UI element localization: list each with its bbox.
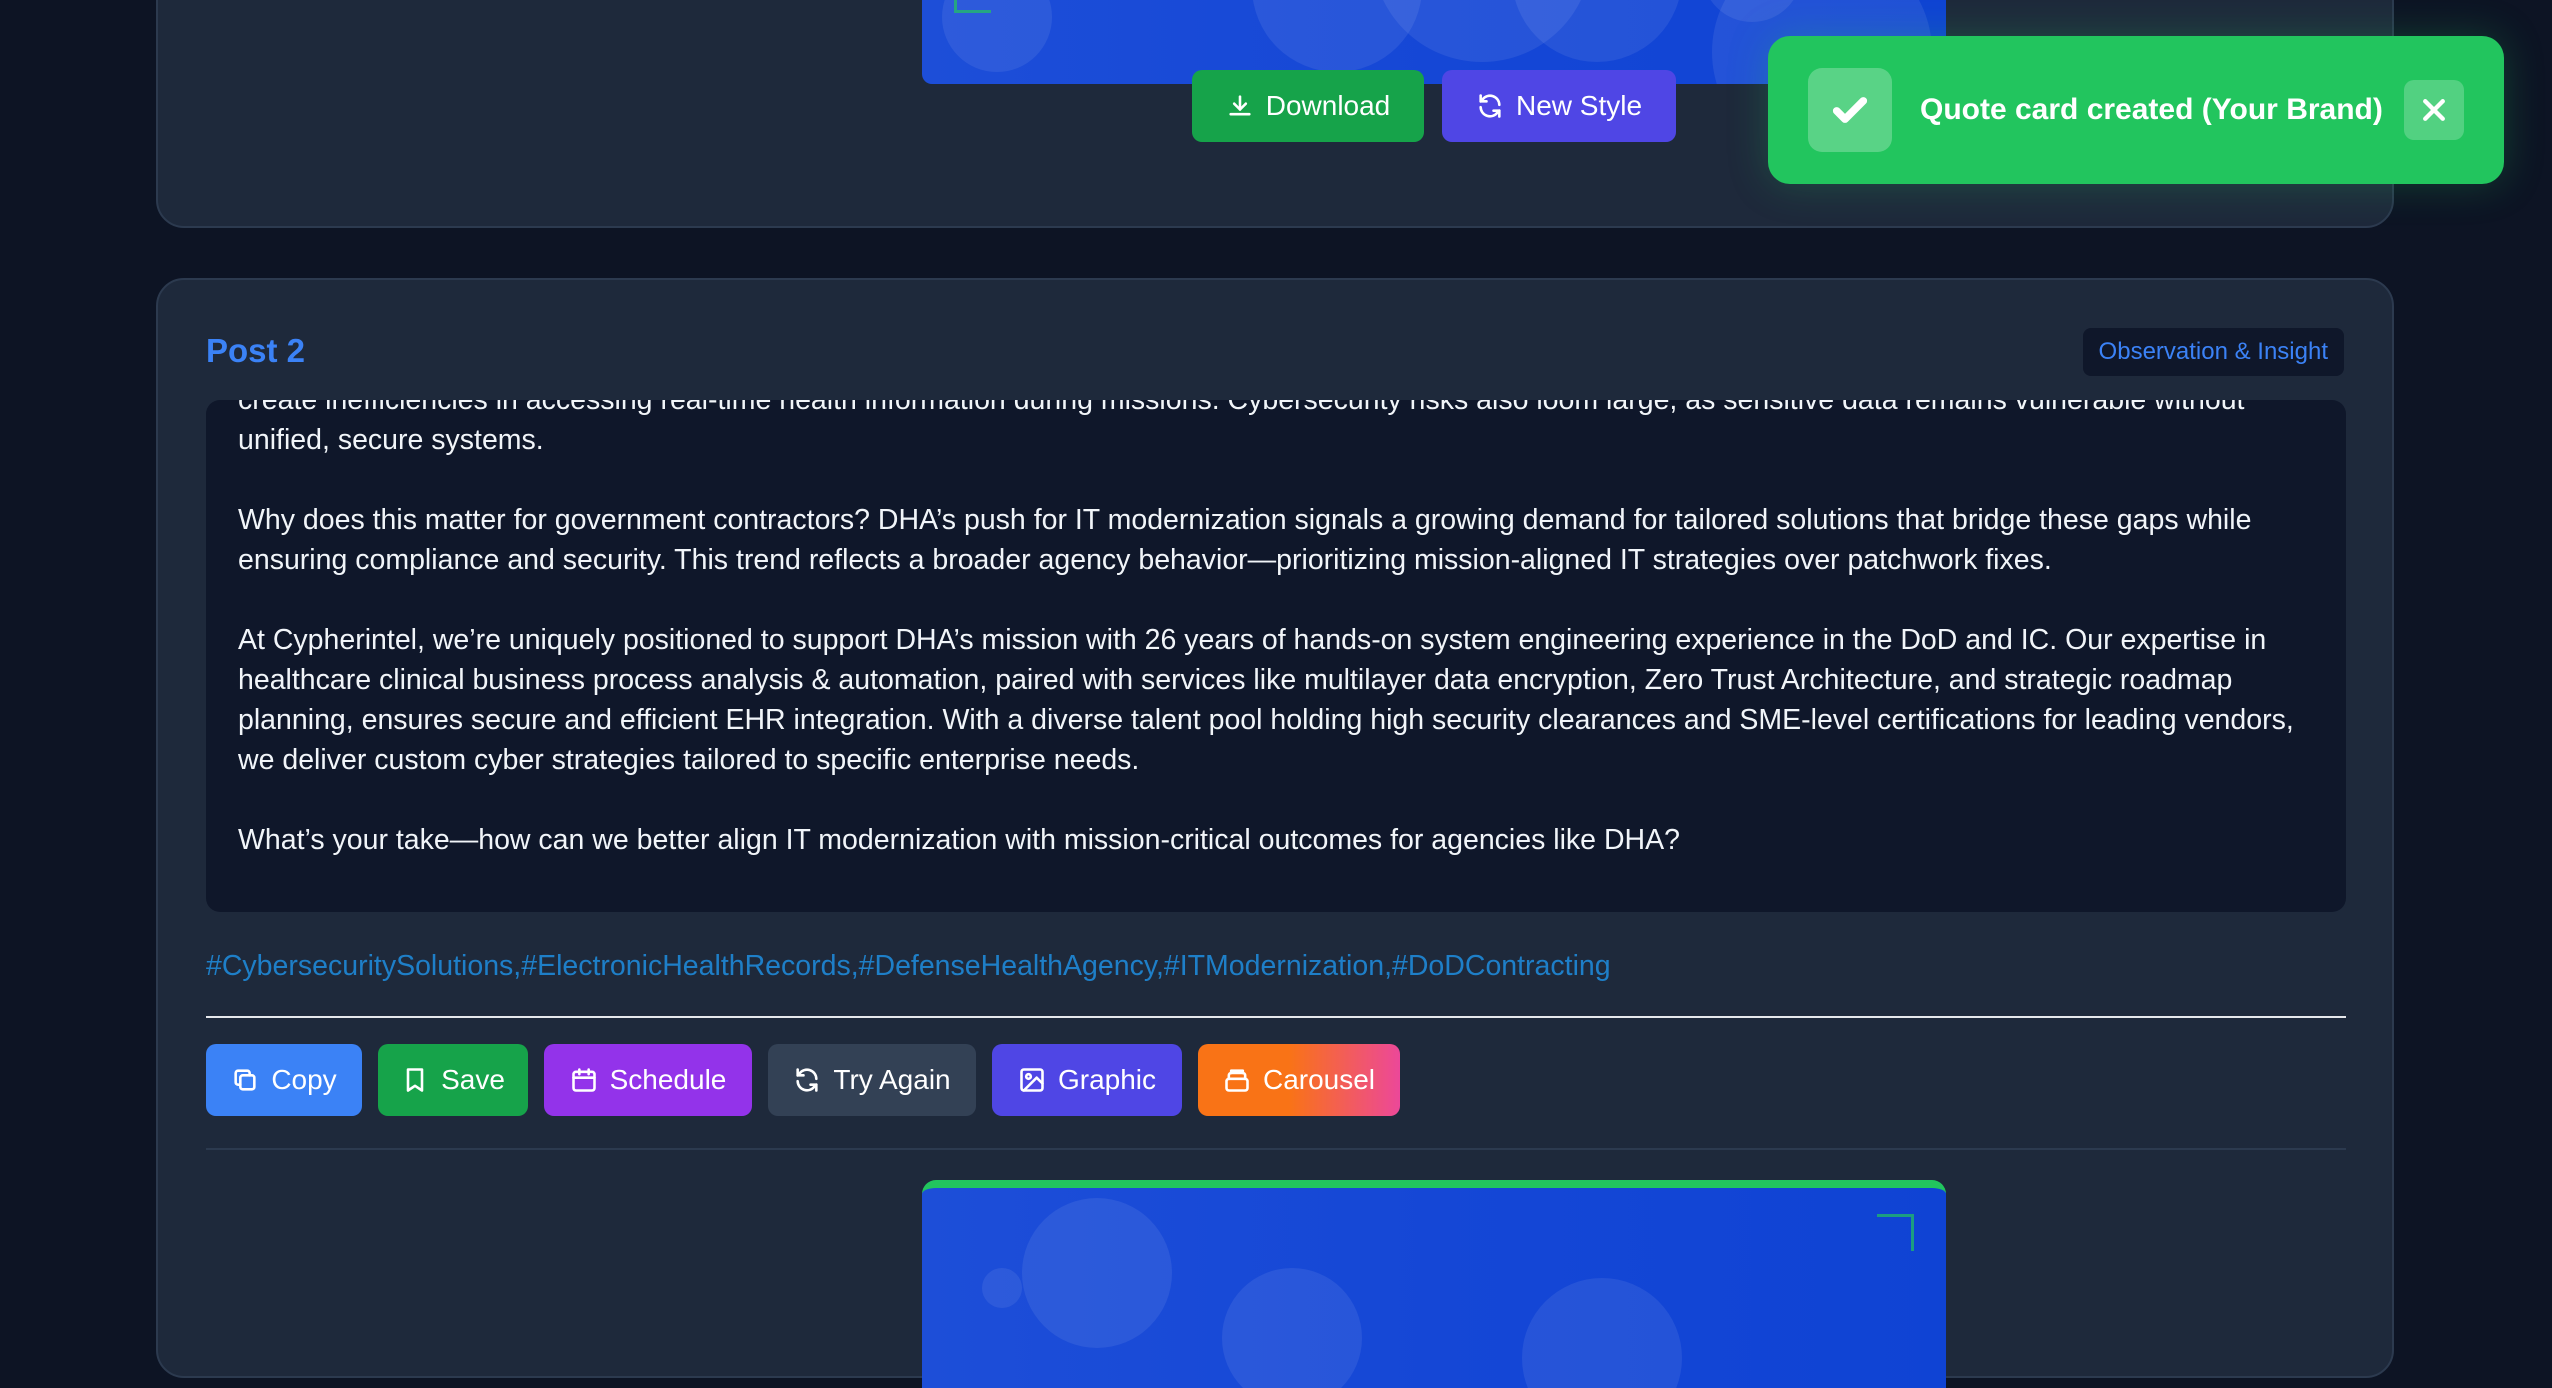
category-badge: Observation & Insight xyxy=(2082,328,2344,376)
post-body[interactable]: create inefficiencies in accessing real-… xyxy=(206,400,2346,912)
copy-label: Copy xyxy=(271,1064,337,1095)
save-label: Save xyxy=(441,1064,505,1095)
new-style-label: New Style xyxy=(1515,90,1643,121)
check-icon xyxy=(1808,68,1892,152)
try-again-label: Try Again xyxy=(833,1064,951,1095)
post-title: Post 2 xyxy=(206,332,306,369)
divider xyxy=(206,1148,2346,1150)
post-card: Post 2 Observation & Insight create inef… xyxy=(156,278,2394,1388)
download-icon xyxy=(1229,95,1251,116)
graphic-label: Graphic xyxy=(1057,1064,1157,1095)
carousel-button[interactable]: Carousel xyxy=(1198,1044,1400,1116)
schedule-button[interactable]: Schedule xyxy=(544,1044,752,1116)
copy-icon xyxy=(234,1069,256,1091)
toast-message: Quote card created (Your Brand) xyxy=(1920,93,2383,126)
download-label: Download xyxy=(1265,90,1391,121)
image-icon xyxy=(1020,1068,1044,1092)
post-paragraph: At Cypherintel, we’re uniquely positione… xyxy=(238,624,2294,776)
try-again-button[interactable]: Try Again xyxy=(768,1044,976,1116)
schedule-label: Schedule xyxy=(609,1064,727,1095)
quote-card-preview xyxy=(922,1180,1946,1388)
hashtags: #CybersecuritySolutions,#ElectronicHealt… xyxy=(206,950,1611,982)
divider xyxy=(206,1016,2346,1018)
copy-button[interactable]: Copy xyxy=(206,1044,362,1116)
refresh-icon xyxy=(1479,94,1501,118)
post-paragraph: create inefficiencies in accessing real-… xyxy=(238,400,2245,456)
success-toast: Quote card created (Your Brand) xyxy=(1768,36,2504,184)
layers-icon xyxy=(1225,1069,1249,1092)
new-style-button[interactable]: New Style xyxy=(1442,70,1676,142)
post-paragraph: What’s your take—how can we better align… xyxy=(238,824,1680,856)
carousel-label: Carousel xyxy=(1262,1064,1376,1095)
save-button[interactable]: Save xyxy=(378,1044,528,1116)
graphic-button[interactable]: Graphic xyxy=(992,1044,1182,1116)
post-paragraph: Why does this matter for government cont… xyxy=(238,504,2252,576)
refresh-icon xyxy=(796,1068,818,1092)
download-button[interactable]: Download xyxy=(1192,70,1424,142)
calendar-icon xyxy=(571,1068,596,1092)
bookmark-icon xyxy=(406,1068,424,1092)
close-icon[interactable] xyxy=(2404,80,2464,140)
